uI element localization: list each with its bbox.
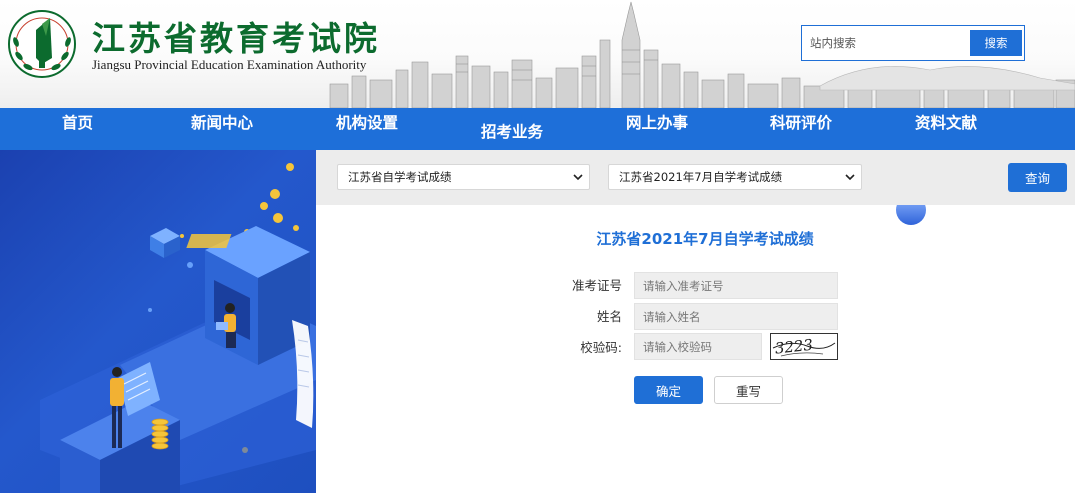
nav-item-online-services[interactable]: 网上办事: [626, 111, 688, 133]
query-button[interactable]: 查询: [1008, 163, 1067, 192]
search-input[interactable]: [810, 31, 965, 55]
search-button[interactable]: 搜索: [970, 30, 1022, 56]
nav-item-admissions[interactable]: 招考业务: [481, 120, 543, 142]
admission-number-input[interactable]: [634, 272, 838, 299]
name-input[interactable]: [634, 303, 838, 330]
hero-illustration: [0, 150, 316, 493]
submit-button[interactable]: 确定: [634, 376, 703, 404]
nav-item-home[interactable]: 首页: [62, 111, 93, 133]
site-title: 江苏省教育考试院: [92, 19, 380, 58]
reset-button[interactable]: 重写: [714, 376, 783, 404]
green-torch-seal-logo: [8, 10, 76, 78]
captcha-image[interactable]: 3223: [770, 333, 838, 360]
captcha-label: 校验码:: [580, 340, 622, 355]
nav-item-organization[interactable]: 机构设置: [336, 111, 398, 133]
form-title: 江苏省2021年7月自学考试成绩: [596, 230, 814, 248]
admission-number-label: 准考证号: [571, 278, 622, 293]
captcha-glyphs: 3223: [772, 336, 836, 358]
name-label: 姓名: [596, 309, 622, 324]
chevron-down-icon: [845, 174, 855, 181]
site-header: 江苏省教育考试院 Jiangsu Provincial Education Ex…: [0, 0, 1075, 108]
captcha-input[interactable]: [634, 333, 762, 360]
exam-category-selected: 江苏省自学考试成绩: [348, 170, 452, 184]
nav-item-research[interactable]: 科研评价: [770, 111, 832, 133]
chevron-down-icon: [573, 174, 583, 181]
nav-item-news[interactable]: 新闻中心: [191, 111, 253, 133]
nav-item-documents[interactable]: 资料文献: [915, 111, 977, 133]
exam-session-selected: 江苏省2021年7月自学考试成绩: [619, 170, 783, 184]
site-subtitle: Jiangsu Provincial Education Examination…: [92, 57, 367, 72]
main-nav: 首页 新闻中心 机构设置 招考业务 网上办事 科研评价 资料文献: [0, 108, 1075, 150]
search-box: 搜索: [801, 25, 1025, 61]
isometric-exam-illustration: [40, 163, 316, 493]
exam-session-select[interactable]: 江苏省2021年7月自学考试成绩: [608, 164, 862, 190]
exam-category-select[interactable]: 江苏省自学考试成绩: [337, 164, 590, 190]
